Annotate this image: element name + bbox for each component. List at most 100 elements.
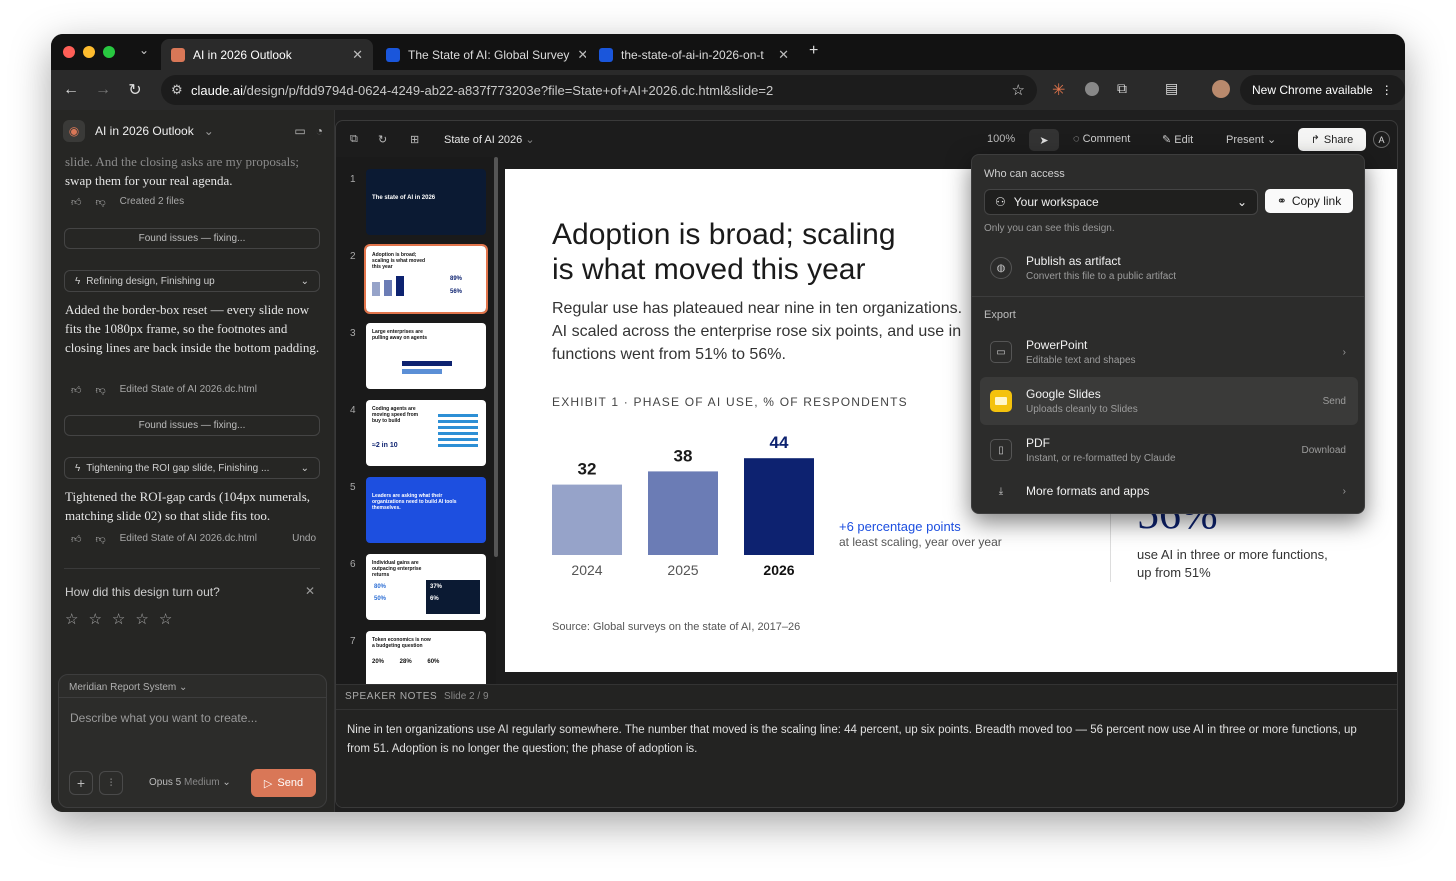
bar-chart: 32 2024 38 2025 44 2026 — [552, 433, 814, 578]
user-avatar[interactable]: A — [1373, 131, 1390, 148]
thumbs-down-icon[interactable]: 👎︎ — [95, 533, 105, 545]
export-powerpoint-item[interactable]: ▭ PowerPoint Editable text and shapes › — [980, 329, 1358, 375]
sidebar-toggle-icon[interactable]: ▭ — [294, 124, 305, 138]
add-attachment-button[interactable]: + — [69, 771, 93, 795]
edited-file-label[interactable]: Edited State of AI 2026.dc.html — [120, 384, 257, 396]
publish-artifact-item[interactable]: ◍ Publish as artifact Convert this file t… — [980, 246, 1358, 290]
edited-file-label[interactable]: Edited State of AI 2026.dc.html — [120, 533, 257, 545]
status-pill[interactable]: Found issues — fixing... — [64, 415, 320, 436]
browser-window: ⌄ AI in 2026 Outlook ✕ The State of AI: G… — [51, 34, 1405, 812]
export-pdf-item[interactable]: ▯ PDF Instant, or re-formatted by Claude … — [980, 427, 1358, 473]
lightning-icon: ϟ — [75, 275, 81, 287]
star-icon[interactable]: ☆ — [135, 610, 148, 628]
zoom-window-button[interactable] — [103, 46, 115, 58]
forward-icon[interactable]: → — [87, 81, 119, 99]
bar-value-label: 32 — [578, 460, 597, 479]
document-icon: ▯ — [990, 439, 1012, 461]
notes-text[interactable]: Nine in ten organizations use AI regular… — [347, 721, 1367, 759]
share-button[interactable]: ↱ Share — [1298, 128, 1366, 151]
slide-thumbnail[interactable]: Large enterprises are pulling away on ag… — [366, 323, 486, 389]
speaker-notes: SPEAKER NOTES Slide 2 / 9 Nine in ten or… — [336, 684, 1397, 807]
thumbs-up-icon[interactable]: 👍︎ — [71, 384, 81, 396]
close-tab-icon[interactable]: ✕ — [352, 47, 363, 63]
chevron-down-icon[interactable]: ⌄ — [301, 276, 309, 287]
new-tab-button[interactable]: + — [809, 42, 818, 60]
close-window-button[interactable] — [63, 46, 75, 58]
comment-button[interactable]: ◌ Comment — [1073, 133, 1130, 145]
file-selector[interactable]: State of AI 2026 ⌄ — [444, 133, 535, 146]
star-icon[interactable]: ☆ — [65, 610, 78, 628]
star-icon[interactable]: ☆ — [88, 610, 101, 628]
address-bar[interactable]: ⚙ claude.ai/design/p/fdd9794d-0624-4249-… — [161, 75, 1037, 105]
close-feedback-icon[interactable]: ✕ — [305, 584, 315, 598]
share-menu: Who can access ⚇ Your workspace ⌄ ⚭ Copy li… — [971, 154, 1365, 514]
thumbs-down-icon[interactable]: 👎︎ — [95, 384, 105, 396]
divider — [336, 709, 1397, 710]
minimize-window-button[interactable] — [83, 46, 95, 58]
design-system-selector[interactable]: Meridian Report System ⌄ — [69, 682, 187, 693]
back-icon[interactable]: ← — [55, 81, 87, 99]
reading-list-icon[interactable]: ▤ — [1165, 80, 1178, 97]
extension-icon[interactable] — [1085, 82, 1099, 96]
extensions-puzzle-icon[interactable]: ⧉ — [1117, 80, 1127, 97]
zoom-level[interactable]: 100% — [987, 133, 1015, 145]
more-formats-item[interactable]: ⤓ More formats and apps › — [980, 477, 1358, 505]
export-google-slides-item[interactable]: Google Slides Uploads cleanly to Slides S… — [980, 377, 1358, 425]
profile-avatar[interactable] — [1212, 80, 1230, 98]
star-icon[interactable]: ☆ — [112, 610, 125, 628]
tab-ai-outlook[interactable]: AI in 2026 Outlook ✕ — [161, 39, 373, 70]
present-button[interactable]: Present ⌄ — [1226, 133, 1276, 146]
copy-link-button[interactable]: ⚭ Copy link — [1265, 189, 1353, 213]
thumbs-down-icon[interactable]: 👎︎ — [95, 196, 105, 208]
access-hint: Only you can see this design. — [984, 223, 1115, 234]
slide-thumbnail[interactable]: Individual gains are outpacing enterpris… — [366, 554, 486, 620]
lightning-icon: ϟ — [75, 462, 81, 474]
pointer-tool-icon[interactable]: ➤ — [1029, 129, 1059, 151]
slide-thumbnail-active[interactable]: Adoption is broad; scaling is what moved… — [364, 244, 488, 314]
chevron-down-icon[interactable]: ⌄ — [301, 463, 309, 474]
status-pill[interactable]: Found issues — fixing... — [64, 228, 320, 249]
thumbs-up-icon[interactable]: 👍︎ — [71, 196, 81, 208]
composer: Meridian Report System ⌄ Describe what y… — [58, 674, 327, 808]
more-menu-icon[interactable]: ⋮ — [1381, 83, 1393, 97]
bookmark-star-icon[interactable]: ☆ — [1012, 81, 1025, 99]
slide-thumbnail[interactable]: Coding agents are moving speed from buy … — [366, 400, 486, 466]
pages-icon[interactable]: ⧉ — [350, 133, 358, 146]
star-icon[interactable]: ☆ — [159, 610, 172, 628]
notification-icon[interactable]: ◔ — [316, 124, 323, 138]
reload-icon[interactable]: ↻ — [119, 80, 151, 100]
tab-state-of-ai-survey[interactable]: The State of AI: Global Survey ✕ — [376, 39, 586, 70]
history-icon[interactable]: ↻ — [378, 133, 387, 146]
project-title[interactable]: AI in 2026 Outlook — [95, 124, 194, 138]
prompt-input[interactable]: Describe what you want to create... — [70, 711, 257, 725]
download-action[interactable]: Download — [1302, 445, 1346, 456]
voice-icon[interactable]: ⫶ — [99, 771, 123, 795]
thumbs-up-icon[interactable]: 👍︎ — [71, 533, 81, 545]
layout-icon[interactable]: ⊞ — [410, 133, 419, 146]
slide-thumbnail[interactable]: The state of AI in 2026 — [366, 169, 486, 235]
feedback-prompt: How did this design turn out? — [65, 585, 220, 599]
close-tab-icon[interactable]: ✕ — [778, 47, 789, 63]
chevron-down-icon[interactable]: ⌄ — [204, 124, 214, 138]
site-info-icon[interactable]: ⚙ — [171, 82, 183, 98]
category-label: 2026 — [763, 562, 794, 578]
task-pill[interactable]: ϟ Refining design, Finishing up ⌄ — [64, 270, 320, 292]
edit-button[interactable]: ✎ Edit — [1162, 133, 1193, 146]
undo-button[interactable]: Undo — [292, 533, 316, 545]
access-select[interactable]: ⚇ Your workspace ⌄ — [984, 189, 1258, 215]
close-tab-icon[interactable]: ✕ — [577, 47, 586, 63]
tab-state-of-ai-2026[interactable]: the-state-of-ai-in-2026-on-t ✕ — [589, 39, 799, 70]
slide-thumbnail[interactable]: Leaders are asking what their organizati… — [366, 477, 486, 543]
message-actions: 👍︎ 👎︎ Edited State of AI 2026.dc.html Undo — [71, 533, 316, 545]
send-action[interactable]: Send — [1323, 396, 1346, 407]
chevron-down-icon: ⌄ — [1236, 195, 1247, 209]
exhibit-label: EXHIBIT 1 · PHASE OF AI USE, % OF RESPON… — [552, 395, 908, 409]
claude-extension-icon[interactable]: ✳ — [1052, 80, 1065, 100]
tab-search-chevron-icon[interactable]: ⌄ — [139, 43, 149, 57]
send-button[interactable]: ▷ Send — [251, 769, 316, 797]
task-pill[interactable]: ϟ Tightening the ROI gap slide, Finishing… — [64, 457, 320, 479]
chrome-update-button[interactable]: New Chrome available ⋮ — [1240, 75, 1405, 105]
slide-title: Adoption is broad; scaling is what moved … — [552, 218, 896, 286]
model-selector[interactable]: Opus 5 Medium ⌄ — [149, 777, 231, 788]
scrollbar[interactable] — [494, 157, 498, 557]
